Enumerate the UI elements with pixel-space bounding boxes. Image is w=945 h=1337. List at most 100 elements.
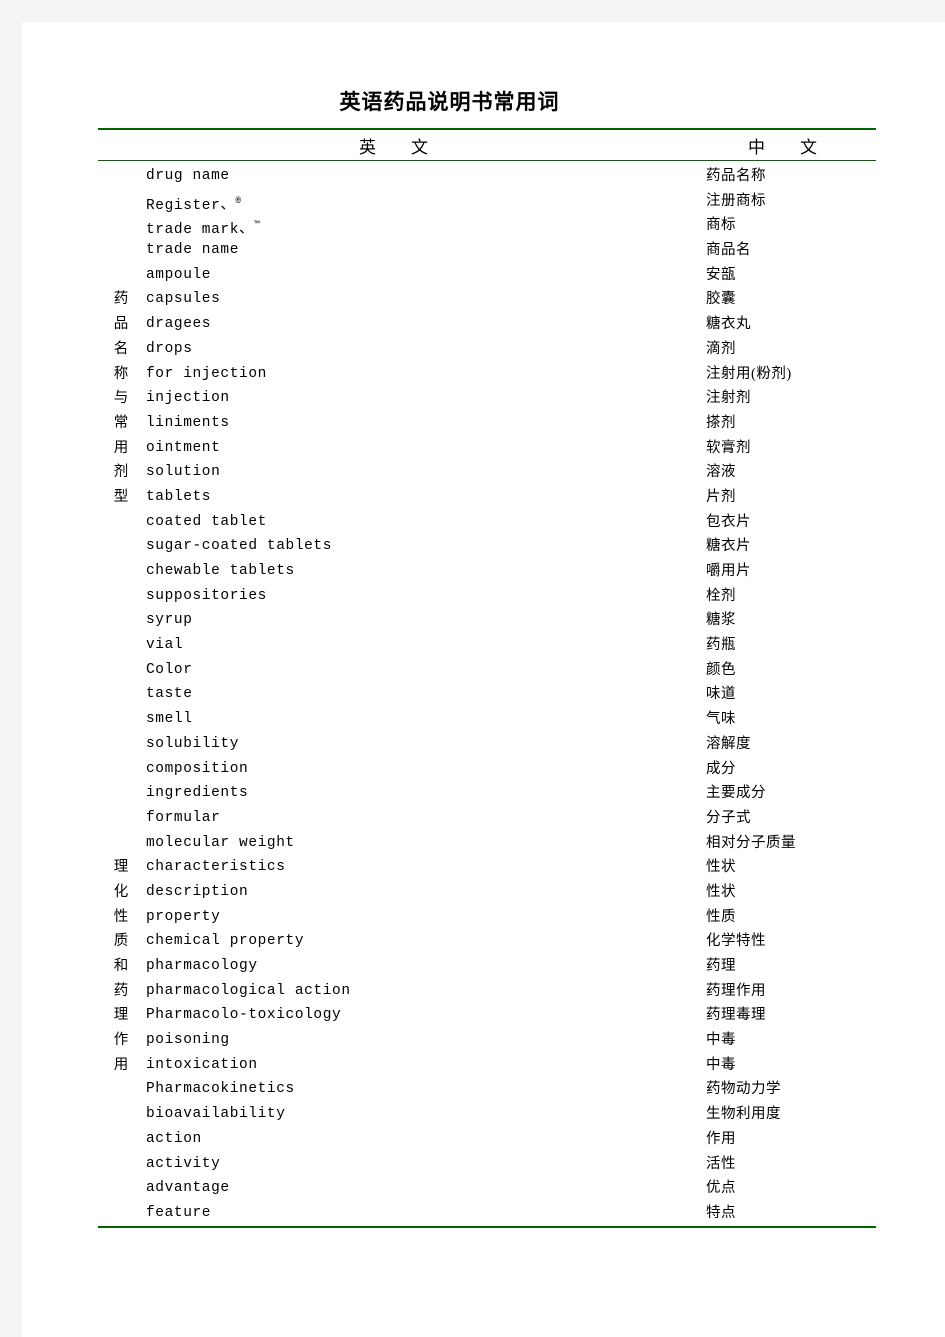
term-english: description: [146, 880, 248, 905]
term-english-text: tablets: [146, 488, 212, 505]
term-english-text: molecular weight: [146, 834, 295, 851]
column-header-chinese: 中 文: [748, 138, 826, 157]
term-chinese: 药物动力学: [706, 1081, 781, 1098]
table-row: bioavailability 生物利用度: [98, 1102, 876, 1127]
term-english-text: feature: [146, 1204, 212, 1221]
term-english: drops: [146, 337, 193, 362]
section-label-char: 剂: [113, 464, 129, 481]
section-label-char: 用: [113, 439, 129, 456]
term-english-text: smell: [146, 711, 193, 728]
term-chinese: 商标: [706, 217, 736, 234]
term-chinese: 软膏剂: [706, 439, 751, 456]
section-label-char: 作: [113, 1032, 129, 1049]
vocabulary-table: 英 文 中 文 drug name 药品名称 Register、® 注册商标 trade…: [98, 128, 876, 1228]
term-english-text: intoxication: [146, 1056, 258, 1073]
term-english-text: property: [146, 908, 221, 925]
term-english: solution: [146, 460, 220, 485]
table-row: chewable tablets 嚼用片: [98, 559, 876, 584]
term-english: sugar-coated tablets: [146, 534, 332, 559]
term-english-text: chewable tablets: [146, 563, 295, 579]
term-chinese: 糖衣片: [706, 538, 751, 555]
term-chinese: 商品名: [706, 242, 751, 259]
term-english: poisoning: [146, 1028, 230, 1053]
term-chinese: 生物利用度: [706, 1106, 781, 1123]
term-chinese: 中毒: [706, 1056, 736, 1073]
term-english: chewable tablets: [146, 559, 295, 584]
term-english-text: dragees: [146, 316, 212, 333]
table-row: Color 颜色: [98, 658, 876, 683]
table-row: advantage 优点: [98, 1176, 876, 1201]
term-english-text: drops: [146, 340, 193, 357]
term-english: activity: [146, 1152, 220, 1177]
table-row: 理 characteristics 性状: [98, 855, 876, 880]
trademark-symbol: ™: [254, 220, 260, 231]
trademark-symbol: ®: [235, 195, 241, 206]
section-label-char: 理: [113, 859, 129, 876]
term-chinese: 片剂: [706, 488, 736, 505]
section-label-char: 与: [113, 390, 129, 407]
table-row: 作 poisoning 中毒: [98, 1028, 876, 1053]
page-title: 英语药品说明书常用词: [339, 90, 560, 114]
term-chinese: 相对分子质量: [706, 834, 796, 851]
term-english-text: solubility: [146, 735, 240, 752]
table-row: smell 气味: [98, 707, 876, 732]
term-english: bioavailability: [146, 1102, 286, 1127]
term-english-text: ampoule: [146, 266, 212, 283]
term-english-text: trade mark、: [146, 222, 255, 239]
section-label-char: 名: [113, 340, 129, 357]
term-english: Color: [146, 658, 193, 683]
table-row: vial 药瓶: [98, 633, 876, 658]
term-chinese: 嚼用片: [706, 563, 751, 579]
term-english-text: sugar-coated tablets: [146, 538, 333, 555]
term-english-text: liniments: [146, 414, 230, 431]
term-english: characteristics: [146, 855, 286, 880]
section-label-char: 理: [113, 1007, 129, 1024]
table-body: drug name 药品名称 Register、® 注册商标 trade mark、™ 商…: [98, 161, 876, 1226]
term-chinese: 味道: [706, 686, 736, 703]
term-english-text: taste: [146, 686, 193, 703]
term-english-text: pharmacology: [146, 958, 258, 974]
term-english-text: capsules: [146, 291, 221, 308]
term-chinese: 滴剂: [706, 340, 736, 357]
term-english: smell: [146, 707, 193, 732]
table-row: feature 特点: [98, 1201, 876, 1226]
table-row: trade mark、™ 商标: [98, 213, 876, 238]
term-chinese: 溶液: [706, 464, 736, 481]
term-english: ointment: [146, 436, 220, 461]
section-label-char: 和: [113, 958, 129, 974]
term-english-text: Color: [146, 661, 193, 678]
term-english-text: Pharmacokinetics: [146, 1081, 295, 1098]
term-english: formular: [146, 806, 220, 831]
table-row: taste 味道: [98, 682, 876, 707]
term-english-text: characteristics: [146, 859, 286, 876]
term-english-text: action: [146, 1130, 202, 1147]
term-chinese: 胶囊: [706, 291, 736, 308]
term-english-text: vial: [146, 637, 184, 654]
term-chinese: 分子式: [706, 809, 751, 826]
term-english-text: syrup: [146, 612, 193, 629]
term-chinese: 药理: [706, 958, 736, 974]
section-label-char: 药: [113, 982, 129, 999]
table-bottom-rule: [98, 1225, 876, 1228]
term-english: Pharmacolo-toxicology: [146, 1003, 341, 1028]
term-english-text: composition: [146, 760, 249, 777]
term-english-text: ointment: [146, 439, 221, 456]
term-chinese: 注射剂: [706, 390, 751, 407]
table-row: 质 chemical property 化学特性: [98, 929, 876, 954]
term-english-text: ingredients: [146, 785, 249, 802]
table-row: molecular weight 相对分子质量: [98, 831, 876, 856]
term-chinese: 颜色: [706, 661, 736, 678]
section-label-char: 型: [113, 488, 129, 505]
table-row: 剂 solution 溶液: [98, 460, 876, 485]
term-english: capsules: [146, 287, 220, 312]
table-row: suppositories 栓剂: [98, 584, 876, 609]
term-chinese: 糖浆: [706, 612, 736, 629]
table-row: 品 dragees 糖衣丸: [98, 312, 876, 337]
table-row: formular 分子式: [98, 806, 876, 831]
column-header-english: 英 文: [359, 138, 437, 157]
term-english: pharmacology: [146, 954, 258, 979]
term-english: injection: [146, 386, 230, 411]
section-label-char: 常: [113, 414, 129, 431]
table-row: 和 pharmacology 药理: [98, 954, 876, 979]
term-english-text: suppositories: [146, 587, 267, 604]
